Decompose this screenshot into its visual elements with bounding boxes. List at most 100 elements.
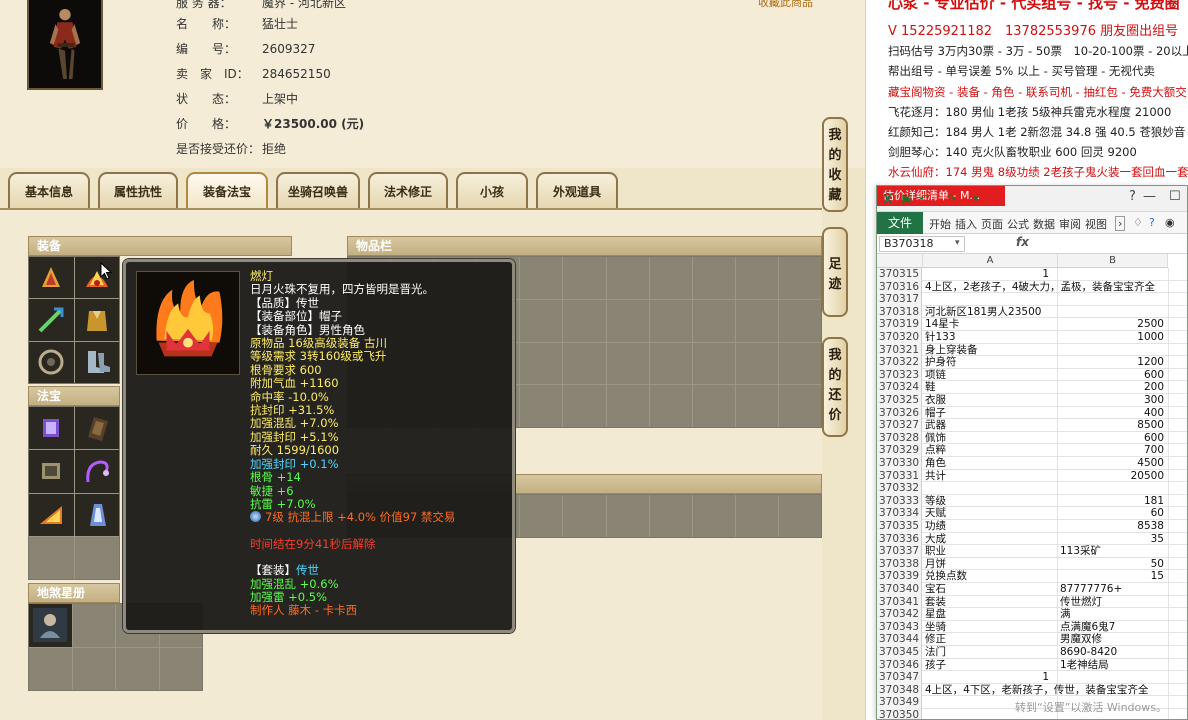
equipment-slot[interactable] [74, 257, 119, 299]
sheet-row[interactable]: 370345 法门 8690-8420 [877, 646, 1187, 659]
sheet-row[interactable]: 370340 宝石 87777776+ [877, 583, 1187, 596]
row-number[interactable]: 370317 [877, 293, 922, 306]
sheet-row[interactable]: 370335 功绩 8538 [877, 520, 1187, 533]
inventory-slot[interactable] [778, 257, 821, 299]
ribbon-tab-page[interactable]: 页面 [981, 216, 1003, 232]
earth-star-slot[interactable] [72, 604, 115, 647]
name-box[interactable]: B370318 [879, 236, 965, 252]
sheet-row[interactable]: 370319 14星卡 2500 [877, 318, 1187, 331]
sheet-row[interactable]: 370329 点粹 700 [877, 444, 1187, 457]
row-number[interactable]: 370342 [877, 608, 922, 621]
inventory-slot[interactable] [735, 495, 778, 537]
row-number[interactable]: 370336 [877, 532, 922, 546]
row-number[interactable]: 370339 [877, 570, 922, 583]
lightbulb-icon[interactable]: ♢ [1133, 216, 1143, 229]
cell-a[interactable]: 衣服 [923, 394, 1057, 407]
inventory-slot[interactable] [520, 342, 563, 385]
ribbon-more-icon[interactable]: › [1115, 216, 1126, 231]
cell-a[interactable]: 孩子 [923, 659, 1057, 672]
cell-a[interactable]: 帽子 [923, 407, 1057, 420]
sheet-row[interactable]: 370336 大成 35 [877, 532, 1187, 546]
cell-b[interactable]: 4500 [1058, 457, 1168, 470]
sheet-row[interactable]: 370316 4上区，2老孩子，4破大力，孟极，装备宝宝齐全 [877, 280, 1187, 294]
equipment-slot[interactable] [29, 341, 74, 383]
sheet-row[interactable]: 370321 身上穿装备 [877, 343, 1187, 357]
sheet-row[interactable]: 370346 孩子 1老神结局 [877, 658, 1187, 672]
sheet-row[interactable]: 370322 护身符 1200 [877, 356, 1187, 369]
inventory-slot[interactable] [606, 299, 649, 342]
inventory-slot[interactable] [606, 385, 649, 427]
cell-a[interactable]: 14星卡 [923, 318, 1057, 331]
cell-a[interactable]: 天赋 [923, 507, 1057, 520]
cell-b[interactable]: 60 [1058, 507, 1168, 520]
sheet-row[interactable]: 370332 [877, 482, 1187, 495]
cell-a[interactable]: 针133 [923, 331, 1057, 344]
treasure-slot[interactable] [29, 450, 74, 493]
cell-a[interactable]: 河北新区181男人23500 [923, 306, 1057, 319]
row-number[interactable]: 370327 [877, 419, 922, 432]
minimize-icon[interactable]: — [1143, 189, 1156, 204]
inventory-slot[interactable] [692, 342, 735, 385]
inventory-slot[interactable] [692, 299, 735, 342]
inventory-slot[interactable] [778, 299, 821, 342]
treasure-slot[interactable] [74, 493, 119, 536]
inventory-slot[interactable] [778, 495, 821, 537]
ribbon-tab-insert[interactable]: 插入 [955, 216, 977, 232]
sheet-row[interactable]: 370324 鞋 200 [877, 381, 1187, 394]
tab-appearance[interactable]: 外观道具 [536, 172, 618, 208]
row-number[interactable]: 370320 [877, 331, 922, 344]
cell-b[interactable]: 600 [1058, 369, 1168, 382]
equipment-slot[interactable] [29, 257, 74, 299]
sheet-row[interactable]: 370344 修正 男魔双修 [877, 633, 1187, 646]
cell-a[interactable]: 功绩 [923, 520, 1057, 533]
sheet-row[interactable]: 370328 佩饰 600 [877, 431, 1187, 445]
cell-b[interactable]: 传世燃灯 [1058, 596, 1168, 609]
treasure-slot[interactable] [74, 450, 119, 493]
sheet-row[interactable]: 370318 河北新区181男人23500 [877, 305, 1187, 319]
earth-star-slot[interactable] [159, 647, 202, 690]
cell-a[interactable]: 职业 [923, 545, 1057, 558]
ribbon-tab-formulas[interactable]: 公式 [1007, 216, 1029, 232]
sheet-row[interactable]: 370343 坐骑 点满魔6鬼7 [877, 620, 1187, 634]
cell-b[interactable]: 男魔双修 [1058, 633, 1168, 646]
name-box-dropdown-icon[interactable]: ▾ [955, 238, 960, 248]
inventory-slot[interactable] [606, 495, 649, 537]
cell-b[interactable]: 1老神结局 [1058, 659, 1168, 672]
row-number[interactable]: 370350 [877, 709, 922, 719]
file-tab[interactable]: 文件 [877, 212, 923, 234]
cell-b[interactable]: 1200 [1058, 356, 1168, 369]
cell-b[interactable]: 1 [923, 671, 1053, 684]
ribbon-tab-data[interactable]: 数据 [1033, 216, 1055, 232]
cell-a[interactable]: 等级 [923, 495, 1057, 508]
sheet-row[interactable]: 370323 项链 600 [877, 368, 1187, 382]
cell-a[interactable]: 套装 [923, 596, 1057, 609]
sheet-row[interactable]: 370320 针133 1000 [877, 331, 1187, 344]
equipment-slot[interactable] [74, 341, 119, 383]
cell-b[interactable]: 2500 [1058, 318, 1168, 331]
row-number[interactable]: 370315 [877, 268, 922, 281]
sheet-row[interactable]: 370317 [877, 293, 1187, 306]
inventory-slot[interactable] [735, 385, 778, 427]
inventory-slot[interactable] [520, 299, 563, 342]
sheet-row[interactable]: 370341 套装 传世燃灯 [877, 595, 1187, 609]
cell-a[interactable]: 星盘 [923, 608, 1057, 621]
treasure-slot[interactable] [74, 536, 119, 579]
earth-star-slot[interactable] [72, 647, 115, 690]
my-favorites-button[interactable]: 我的收藏 [822, 117, 848, 212]
earth-star-slot[interactable] [116, 647, 159, 690]
cell-b[interactable]: 8690-8420 [1058, 646, 1168, 659]
inventory-slot[interactable] [563, 257, 606, 299]
customize-toolbar-icon[interactable]: ▾ [973, 192, 979, 205]
row-number[interactable]: 370346 [877, 658, 922, 672]
inventory-slot[interactable] [692, 495, 735, 537]
tab-spell-correction[interactable]: 法术修正 [368, 172, 448, 208]
tab-attributes[interactable]: 属性抗性 [98, 172, 178, 208]
cell-b[interactable]: 600 [1058, 432, 1168, 445]
cell-b[interactable]: 300 [1058, 394, 1168, 407]
inventory-slot[interactable] [563, 342, 606, 385]
cell-a[interactable]: 修正 [923, 633, 1057, 646]
cell-b[interactable]: 8538 [1058, 520, 1168, 533]
inventory-slot[interactable] [649, 385, 692, 427]
cell-a[interactable]: 项链 [923, 369, 1057, 382]
tab-child[interactable]: 小孩 [456, 172, 528, 208]
